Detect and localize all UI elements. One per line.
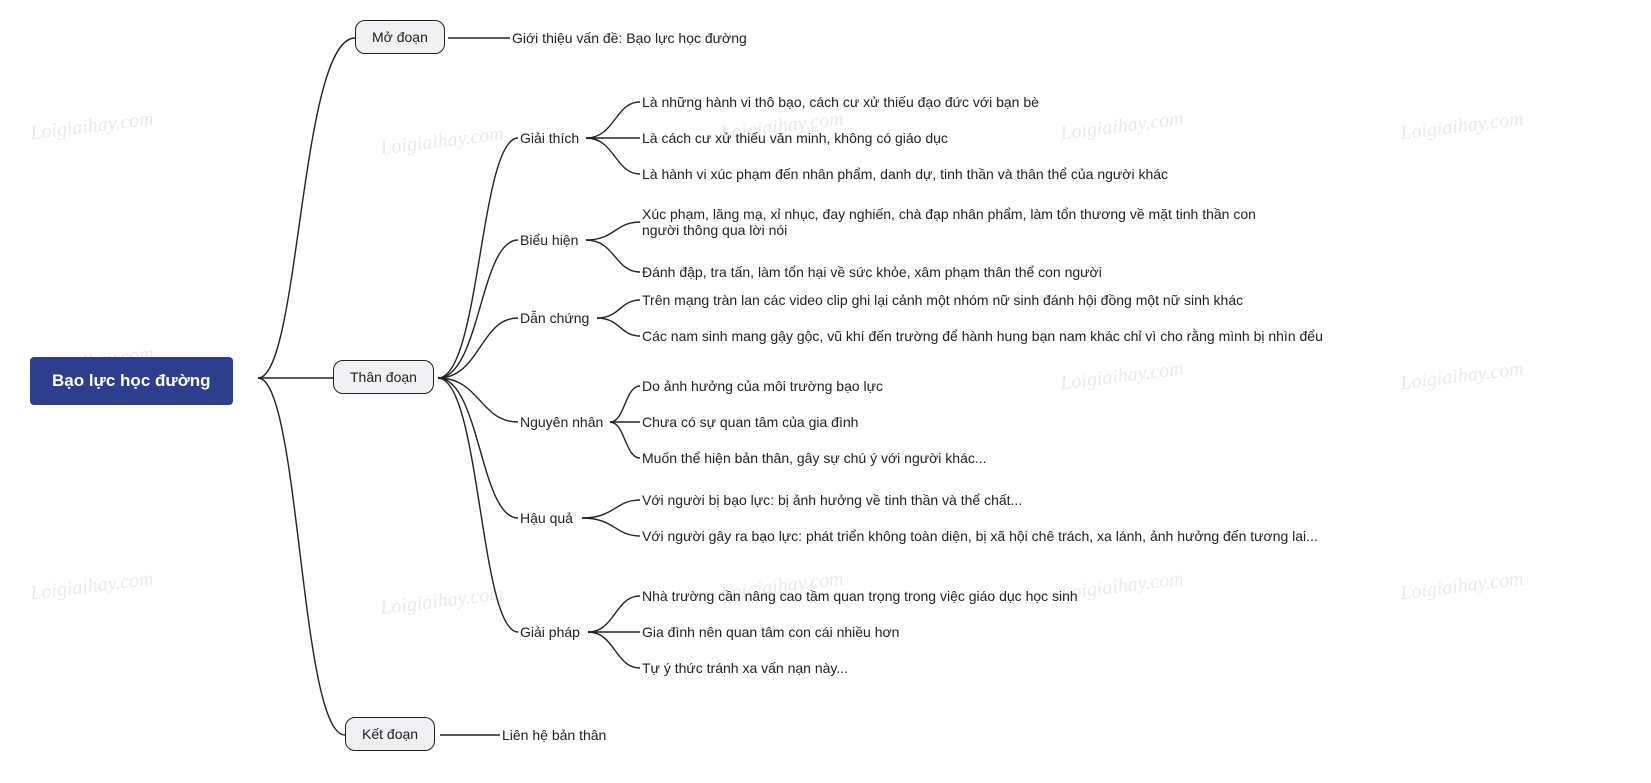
watermark: Loigiaihay.com bbox=[379, 123, 505, 161]
branch-dan-chung: Dẫn chứng bbox=[520, 310, 589, 326]
leaf-giai-thich-1: Là cách cư xử thiếu văn minh, không có g… bbox=[642, 130, 948, 146]
section-mo-doan: Mở đoạn bbox=[355, 20, 445, 54]
leaf-bieu-hien-0: Xúc phạm, lăng mạ, xỉ nhục, đay nghiến, … bbox=[642, 206, 1282, 238]
leaf-hau-qua-1: Với người gây ra bạo lực: phát triển khô… bbox=[642, 528, 1318, 544]
branch-hau-qua: Hậu quả bbox=[520, 510, 573, 526]
root-node: Bạo lực học đường bbox=[30, 357, 233, 405]
section-ket-doan: Kết đoạn bbox=[345, 717, 435, 751]
leaf-nguyen-nhan-1: Chưa có sự quan tâm của gia đình bbox=[642, 414, 858, 430]
leaf-giai-phap-0: Nhà trường cần nâng cao tầm quan trọng t… bbox=[642, 588, 1078, 604]
leaf-giai-phap-2: Tự ý thức tránh xa vấn nạn này... bbox=[642, 660, 848, 676]
watermark: Loigiaihay.com bbox=[1399, 358, 1525, 396]
leaf-ket-doan-content: Liên hệ bản thân bbox=[502, 727, 606, 743]
branch-giai-phap: Giải pháp bbox=[520, 624, 580, 640]
leaf-giai-thich-2: Là hành vi xúc phạm đến nhân phẩm, danh … bbox=[642, 166, 1168, 182]
watermark: Loigiaihay.com bbox=[1059, 358, 1185, 396]
section-label: Thân đoạn bbox=[350, 369, 417, 385]
leaf-dan-chung-1: Các nam sinh mang gậy gộc, vũ khí đến tr… bbox=[642, 328, 1323, 344]
leaf-hau-qua-0: Với người bị bạo lực: bị ảnh hưởng về ti… bbox=[642, 492, 1022, 508]
root-label: Bạo lực học đường bbox=[52, 371, 211, 390]
section-label: Mở đoạn bbox=[372, 29, 428, 45]
watermark: Loigiaihay.com bbox=[1399, 568, 1525, 606]
watermark: Loigiaihay.com bbox=[1399, 108, 1525, 146]
branch-bieu-hien: Biểu hiện bbox=[520, 232, 578, 248]
branch-nguyen-nhan: Nguyên nhân bbox=[520, 414, 603, 430]
leaf-mo-doan-content: Giới thiệu vấn đề: Bạo lực học đường bbox=[512, 30, 747, 46]
leaf-giai-phap-1: Gia đình nên quan tâm con cái nhiều hơn bbox=[642, 624, 899, 640]
leaf-nguyen-nhan-0: Do ảnh hưởng của môi trường bạo lực bbox=[642, 378, 883, 394]
watermark: Loigiaihay.com bbox=[29, 568, 155, 606]
watermark: Loigiaihay.com bbox=[1059, 568, 1185, 606]
watermark: Loigiaihay.com bbox=[379, 583, 505, 621]
section-than-doan: Thân đoạn bbox=[333, 360, 434, 394]
leaf-giai-thich-0: Là những hành vi thô bạo, cách cư xử thi… bbox=[642, 94, 1039, 110]
section-label: Kết đoạn bbox=[362, 726, 418, 742]
leaf-bieu-hien-1: Đánh đập, tra tấn, làm tổn hại về sức kh… bbox=[642, 264, 1102, 280]
branch-giai-thich: Giải thích bbox=[520, 130, 579, 146]
watermark: Loigiaihay.com bbox=[1059, 108, 1185, 146]
leaf-dan-chung-0: Trên mạng tràn lan các video clip ghi lạ… bbox=[642, 292, 1243, 308]
watermark: Loigiaihay.com bbox=[29, 108, 155, 146]
leaf-nguyen-nhan-2: Muốn thể hiện bản thân, gây sự chú ý với… bbox=[642, 450, 987, 466]
